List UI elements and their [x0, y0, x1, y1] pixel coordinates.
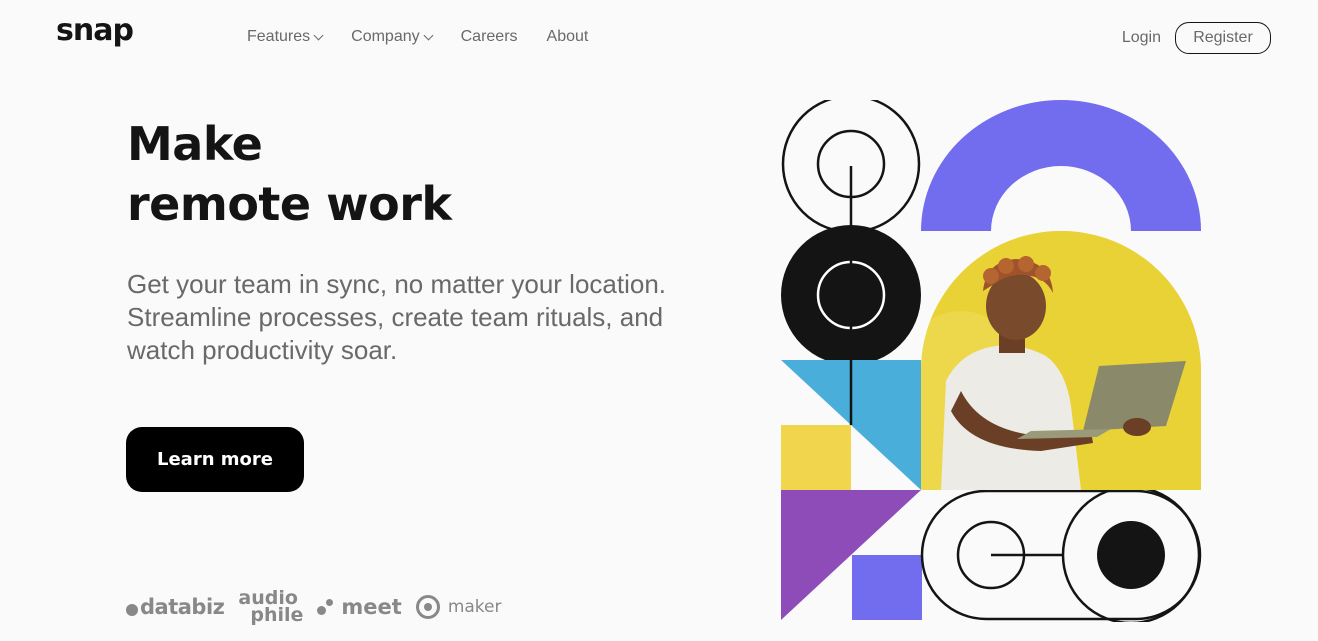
- nav-item-label: Company: [351, 28, 420, 45]
- nav-item-label: Careers: [460, 28, 518, 45]
- auth-actions: Login Register: [1122, 22, 1271, 54]
- maker-logo-text: maker: [447, 597, 502, 617]
- audiophile-logo: audio phile: [238, 589, 304, 626]
- nav-item-careers[interactable]: Careers: [461, 28, 518, 46]
- yellow-square-shape: [781, 425, 851, 490]
- meet-logo: meet: [317, 595, 402, 619]
- chevron-down-icon: [423, 30, 434, 40]
- audiophile-logo-text-bottom: phile: [250, 604, 304, 626]
- maker-ring-icon: [415, 595, 440, 619]
- databiz-logo: databiz: [126, 595, 225, 619]
- meet-logo-text: meet: [341, 595, 402, 619]
- nav-item-label: About: [546, 28, 589, 45]
- register-button[interactable]: Register: [1175, 22, 1271, 54]
- nav-item-features[interactable]: Features: [247, 28, 324, 46]
- hero-title: Make remote work: [127, 114, 452, 234]
- databiz-dot-icon: [126, 604, 138, 616]
- maker-logo: maker: [415, 595, 502, 619]
- hero-title-line-1: Make: [127, 117, 263, 171]
- hero-description: Get your team in sync, no matter your lo…: [127, 269, 667, 365]
- purple-square-shape: [852, 555, 922, 620]
- nav-item-company[interactable]: Company: [351, 28, 434, 46]
- learn-more-button[interactable]: Learn more: [126, 427, 304, 492]
- chevron-down-icon: [313, 30, 324, 40]
- main-nav: Features Company Careers About: [247, 28, 617, 46]
- brand-logo[interactable]: snap: [56, 13, 134, 48]
- login-link[interactable]: Login: [1122, 29, 1161, 47]
- client-logos: databiz audio phile meet maker: [126, 589, 502, 626]
- nav-item-label: Features: [247, 28, 311, 45]
- purple-arch-shape: [921, 100, 1201, 231]
- pill-right-black-circle-shape: [1097, 521, 1165, 589]
- hero-title-line-2: remote work: [127, 177, 452, 231]
- nav-item-about[interactable]: About: [547, 28, 589, 46]
- databiz-logo-text: databiz: [140, 595, 225, 619]
- meet-dots-icon: [317, 596, 337, 618]
